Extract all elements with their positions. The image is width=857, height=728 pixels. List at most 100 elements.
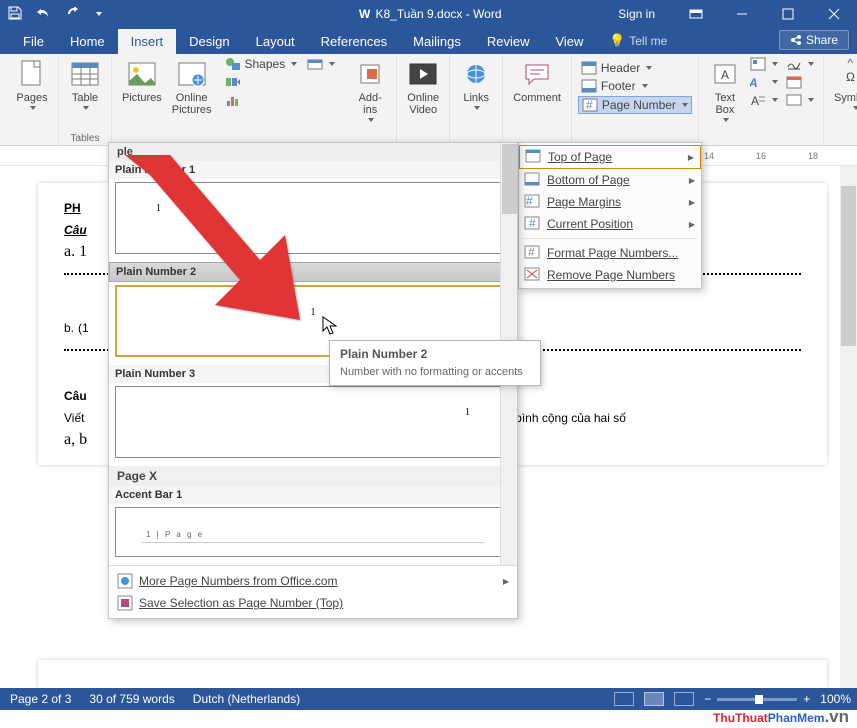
menu-format-page-numbers[interactable]: # Format Page Numbers... (519, 242, 701, 264)
online-pictures-button[interactable]: Online Pictures (168, 56, 216, 118)
status-words[interactable]: 30 of 759 words (89, 692, 174, 706)
group-tables: Table Tables (59, 56, 112, 146)
tab-tellme[interactable]: 💡 Tell me (596, 28, 680, 54)
sign-in-link[interactable]: Sign in (618, 7, 655, 21)
gallery-item-preview[interactable]: 1 | P a g e (115, 507, 511, 557)
menu-label: Current Position (547, 217, 633, 231)
vertical-scrollbar[interactable] (840, 166, 857, 688)
zoom-out-icon[interactable]: − (704, 692, 711, 706)
read-mode-button[interactable] (614, 692, 634, 706)
zoom-track[interactable] (717, 698, 797, 701)
remove-icon (524, 267, 540, 283)
table-button[interactable]: Table (65, 56, 105, 112)
scrollbar-thumb[interactable] (841, 186, 856, 346)
header-button[interactable]: Header (578, 60, 692, 76)
redo-icon[interactable] (66, 7, 80, 22)
links-button[interactable]: Links (456, 56, 496, 112)
gallery-item-preview[interactable]: 1 (115, 182, 511, 254)
doc-text: PH (64, 201, 81, 215)
status-language[interactable]: Dutch (Netherlands) (193, 692, 300, 706)
tab-layout[interactable]: Layout (243, 29, 308, 54)
more-page-numbers-button[interactable]: More Page Numbers from Office.com ▶ (109, 570, 517, 592)
doc-title-text: K8_Tuần 9.docx - Word (375, 7, 501, 21)
share-button[interactable]: Share (779, 30, 849, 50)
pictures-button[interactable]: Pictures (118, 56, 166, 106)
signature-line-button[interactable] (783, 56, 817, 72)
tab-references[interactable]: References (308, 29, 400, 54)
gallery-item-header[interactable]: Plain Number 2 (109, 262, 517, 282)
menu-bottom-of-page[interactable]: Bottom of Page ▶ (519, 169, 701, 191)
quick-parts-button[interactable] (747, 56, 781, 72)
menu-page-margins[interactable]: # Page Margins ▶ (519, 191, 701, 213)
comment-label: Comment (513, 92, 561, 104)
object-button[interactable] (783, 92, 817, 108)
watermark-part: ThuThuat (713, 711, 768, 725)
chevron-down-icon (368, 118, 374, 122)
svg-text:A: A (721, 68, 729, 82)
scrollbar-thumb[interactable] (502, 144, 517, 214)
chevron-down-icon (474, 106, 480, 110)
tab-view[interactable]: View (542, 29, 596, 54)
chart-button[interactable] (222, 92, 301, 108)
submenu-arrow-icon: ▶ (503, 577, 509, 586)
tab-file[interactable]: File (10, 29, 57, 54)
menu-separator (523, 238, 697, 239)
ruler-tick: 16 (756, 151, 766, 161)
tab-home[interactable]: Home (57, 29, 118, 54)
tab-review[interactable]: Review (474, 29, 543, 54)
footer-button[interactable]: Footer (578, 78, 692, 94)
office-icon (117, 573, 133, 589)
gallery-item-header[interactable]: Plain Number 1 (109, 161, 517, 179)
save-icon[interactable] (8, 6, 22, 23)
ribbon-display-icon[interactable] (673, 0, 719, 28)
text-box-button[interactable]: A Text Box (705, 56, 745, 124)
addins-button[interactable]: Add- ins (350, 56, 390, 124)
wordart-button[interactable]: A (747, 74, 781, 90)
group-pages: Pages (6, 56, 59, 146)
chart-icon (225, 93, 241, 107)
menu-current-position[interactable]: # Current Position ▶ (519, 213, 701, 235)
more-label: More Page Numbers from Office.com (139, 574, 338, 588)
pages-button[interactable]: Pages (12, 56, 52, 112)
table-label: Table (72, 92, 98, 104)
undo-icon[interactable] (36, 7, 52, 22)
print-layout-button[interactable] (644, 692, 664, 706)
menu-top-of-page[interactable]: Top of Page ▶ (519, 145, 701, 169)
watermark: ThuThuatPhanMem.vn (713, 702, 849, 728)
links-label: Links (463, 92, 489, 104)
tab-insert[interactable]: Insert (118, 29, 177, 54)
tab-design[interactable]: Design (176, 29, 242, 54)
menu-remove-page-numbers[interactable]: Remove Page Numbers (519, 264, 701, 286)
doc-text: b. (64, 321, 74, 335)
page-number-button[interactable]: #Page Number (578, 96, 692, 114)
screenshot-button[interactable] (304, 56, 338, 72)
maximize-button[interactable] (765, 0, 811, 28)
close-button[interactable] (811, 0, 857, 28)
tellme-label: Tell me (629, 34, 667, 48)
date-time-button[interactable] (783, 74, 817, 90)
qat-customize-icon[interactable] (96, 12, 102, 16)
chevron-down-icon (329, 62, 335, 66)
group-media: Online Video (397, 56, 450, 146)
smartart-button[interactable] (222, 74, 301, 90)
gallery-category: Page X (109, 466, 517, 486)
gallery-item-preview[interactable]: 1 (115, 386, 511, 458)
gallery-category: ple (109, 143, 517, 161)
doc-text: Viết (64, 411, 84, 425)
minimize-button[interactable] (719, 0, 765, 28)
gallery-item-header[interactable]: Accent Bar 1 (109, 486, 517, 504)
collapse-ribbon-icon[interactable]: ^ (847, 56, 853, 70)
save-selection-button[interactable]: Save Selection as Page Number (Top) (109, 592, 517, 614)
svg-text:#: # (526, 194, 533, 208)
title-bar: W K8_Tuần 9.docx - Word Sign in (0, 0, 857, 28)
comment-button[interactable]: Comment (509, 56, 565, 106)
web-layout-button[interactable] (674, 692, 694, 706)
online-video-button[interactable]: Online Video (403, 56, 443, 118)
smartart-icon (225, 75, 241, 89)
tab-mailings[interactable]: Mailings (400, 29, 474, 54)
svg-text:#: # (529, 216, 536, 230)
drop-cap-button[interactable]: A (747, 92, 781, 108)
status-page[interactable]: Page 2 of 3 (10, 692, 71, 706)
shapes-button[interactable]: Shapes (222, 56, 301, 72)
ruler-tick: 14 (704, 151, 714, 161)
